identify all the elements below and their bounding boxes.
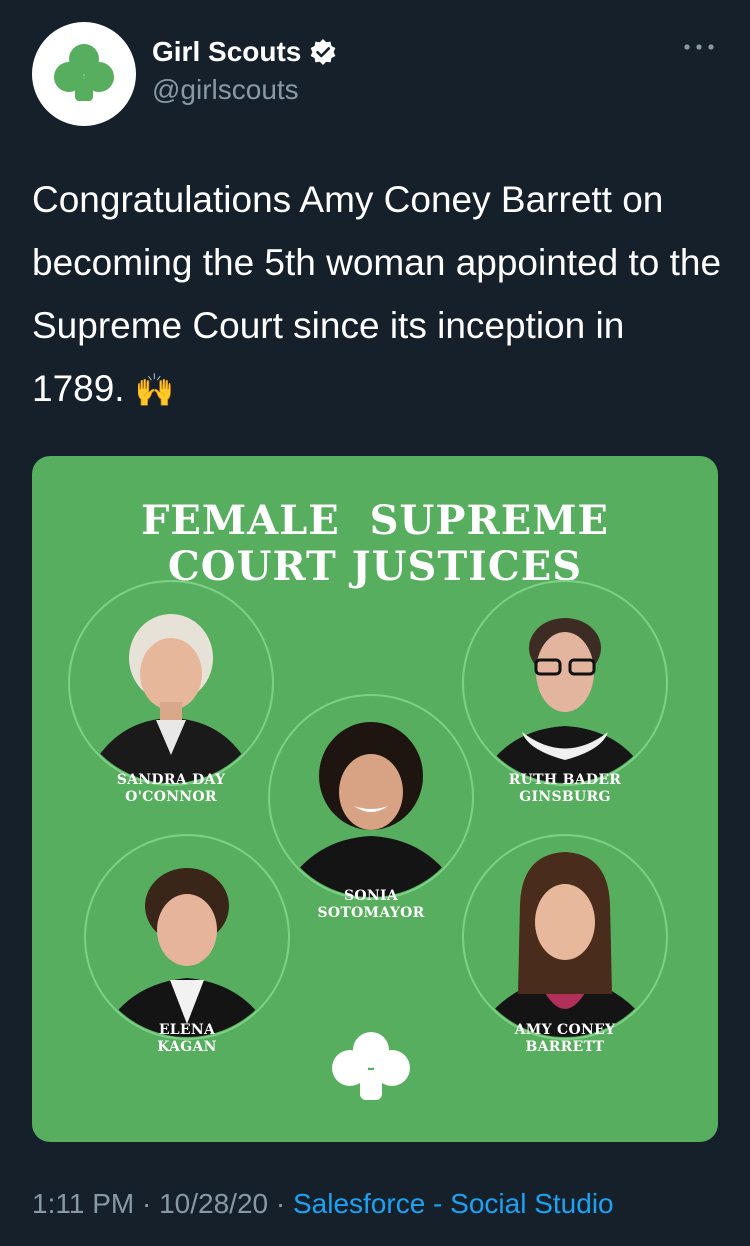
justice-name-line2: O'CONNOR: [125, 789, 217, 805]
justice-name-line2: BARRETT: [525, 1039, 605, 1055]
justice-portrait-sotomayor: [268, 694, 474, 900]
justice-label-barrett: AMY CONEY BARRETT: [455, 1022, 675, 1056]
tweet-date[interactable]: 10/28/20: [159, 1188, 268, 1219]
verified-badge-icon: [310, 39, 336, 65]
author-display-name[interactable]: Girl Scouts: [152, 36, 301, 68]
justice-label-sotomayor: SONIA SOTOMAYOR: [261, 888, 481, 922]
tweet-image[interactable]: FEMALE SUPREME COURT JUSTICES SANDRA DAY…: [32, 456, 718, 1142]
justice-portrait-oconnor: [68, 580, 274, 786]
source-link-salesforce[interactable]: Salesforce: [293, 1188, 425, 1219]
justice-portrait-ginsburg: [462, 580, 668, 786]
girl-scouts-trefoil-icon: [332, 1032, 410, 1100]
justice-name-line1: RUTH BADER: [508, 772, 622, 788]
ginsburg-portrait-image: [477, 618, 652, 783]
justice-name-line1: SONIA: [343, 888, 398, 904]
kagan-portrait-image: [99, 868, 274, 1037]
meta-separator-2: ·: [268, 1188, 293, 1219]
trefoil-logo-icon: [54, 44, 114, 101]
justice-name-line2: GINSBURG: [519, 789, 611, 805]
author-name-row[interactable]: Girl Scouts: [152, 36, 337, 68]
profile-avatar[interactable]: [32, 22, 136, 126]
justice-name-line1: AMY CONEY: [514, 1022, 616, 1038]
source-link-dash[interactable]: -: [425, 1188, 450, 1219]
oconnor-portrait-image: [83, 614, 258, 783]
tweet-text: Congratulations Amy Coney Barrett on bec…: [32, 168, 722, 422]
image-title-line1: FEMALE SUPREME: [140, 497, 609, 544]
justice-name-line1: SANDRA DAY: [116, 772, 226, 788]
justice-label-ginsburg: RUTH BADER GINSBURG: [455, 772, 675, 806]
more-options-icon[interactable]: [682, 40, 716, 54]
raising-hands-emoji: 🙌: [134, 372, 175, 408]
justice-name-line2: KAGAN: [157, 1039, 217, 1055]
source-link-social-studio[interactable]: Social Studio: [450, 1188, 613, 1219]
tweet-meta: 1:11 PM · 10/28/20 · Salesforce - Social…: [32, 1188, 614, 1220]
image-title: FEMALE SUPREME COURT JUSTICES: [32, 498, 718, 590]
justice-label-kagan: ELENA KAGAN: [77, 1022, 297, 1056]
tweet-time[interactable]: 1:11 PM: [32, 1188, 134, 1219]
barrett-portrait-image: [472, 852, 658, 1037]
justice-name-line1: ELENA: [158, 1022, 216, 1038]
meta-separator: ·: [134, 1188, 160, 1219]
tweet: Girl Scouts @girlscouts Congratulations …: [0, 0, 750, 1246]
justice-portrait-kagan: [84, 834, 290, 1040]
author-handle[interactable]: @girlscouts: [152, 74, 299, 106]
justice-name-line2: SOTOMAYOR: [317, 905, 425, 921]
sotomayor-portrait-image: [278, 722, 464, 897]
justice-portrait-barrett: [462, 834, 668, 1040]
justice-label-oconnor: SANDRA DAY O'CONNOR: [61, 772, 281, 806]
